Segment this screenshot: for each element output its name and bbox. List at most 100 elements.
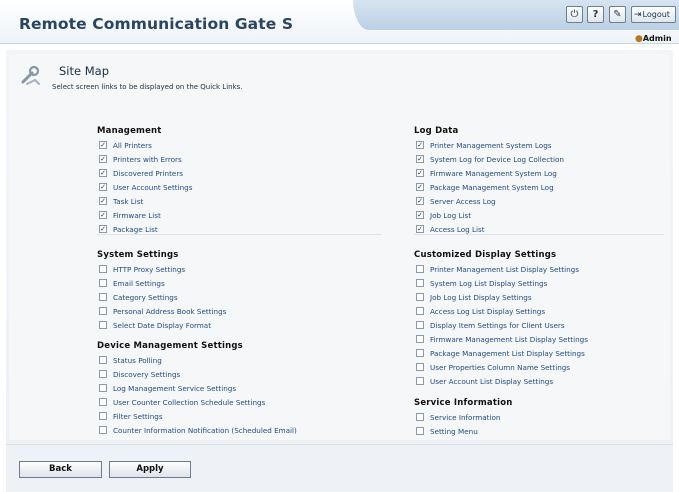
quick-link-option[interactable]: ✓ Discovered Printers (97, 166, 192, 180)
quick-link-label: Printer Management System Logs (430, 140, 552, 150)
quick-link-option[interactable]: Access Log List Display Settings (414, 304, 588, 318)
quick-link-label: Counter Information Notification (Schedu… (113, 425, 297, 435)
checkbox[interactable] (416, 349, 424, 357)
quick-link-option[interactable]: User Properties Column Name Settings (414, 360, 588, 374)
quick-link-label: Display Item Settings for Client Users (430, 320, 565, 330)
user-name: Admin (642, 34, 672, 43)
quick-link-label: Access Log List Display Settings (430, 306, 546, 316)
checkbox[interactable] (99, 307, 107, 315)
quick-link-label: Discovery Settings (113, 369, 181, 379)
quick-link-option[interactable]: Display Item Settings for Client Users (414, 318, 588, 332)
checkbox[interactable] (99, 279, 107, 287)
quick-link-option[interactable]: ✓ Package Management System Log (414, 180, 564, 194)
quick-link-label: Job Log List Display Settings (430, 292, 532, 302)
quick-link-label: Task List (113, 196, 144, 206)
tool-icon: ✎ (613, 9, 622, 20)
checkbox[interactable]: ✓ (416, 225, 424, 233)
checkbox[interactable] (99, 384, 107, 392)
quick-link-option[interactable]: ✓ System Log for Device Log Collection (414, 152, 564, 166)
checkbox[interactable] (416, 377, 424, 385)
quick-link-option[interactable]: ✓ All Printers (97, 138, 192, 152)
checkbox[interactable]: ✓ (416, 183, 424, 191)
quick-link-label: Firmware Management List Display Setting… (430, 334, 588, 344)
checkbox[interactable] (416, 293, 424, 301)
quick-link-label: Email Settings (113, 278, 165, 288)
section-divider (97, 234, 381, 235)
quick-link-option[interactable]: ✓ Task List (97, 194, 192, 208)
quick-link-option[interactable]: Filter Settings (97, 409, 297, 423)
quick-link-option[interactable]: ✓ Printers with Errors (97, 152, 192, 166)
quick-link-label: Personal Address Book Settings (113, 306, 227, 316)
checkbox[interactable]: ✓ (416, 155, 424, 163)
checkbox[interactable] (416, 363, 424, 371)
quick-link-option[interactable]: ✓ Printer Management System Logs (414, 138, 564, 152)
checkbox[interactable] (416, 413, 424, 421)
help-button[interactable]: ? (587, 6, 604, 23)
section-divider (414, 234, 664, 235)
checkbox[interactable] (416, 335, 424, 343)
quick-link-label: Service Information (430, 412, 501, 422)
checkbox[interactable]: ✓ (99, 197, 107, 205)
quick-link-label: Status Polling (113, 355, 162, 365)
quick-link-option[interactable]: ✓ Firmware List (97, 208, 192, 222)
tool-button[interactable]: ✎ (609, 6, 626, 23)
quick-link-label: Printers with Errors (113, 154, 182, 164)
quick-link-option[interactable]: ✓ Server Access Log (414, 194, 564, 208)
checkbox[interactable] (99, 398, 107, 406)
checkbox[interactable] (99, 412, 107, 420)
quick-link-option[interactable]: System Log List Display Settings (414, 276, 588, 290)
checkbox[interactable]: ✓ (416, 141, 424, 149)
checkbox[interactable]: ✓ (99, 225, 107, 233)
section-title: System Settings (97, 250, 179, 260)
quick-link-option[interactable]: User Account List Display Settings (414, 374, 588, 388)
quick-link-label: Firmware Management System Log (430, 168, 557, 178)
quick-link-option[interactable]: Package Management List Display Settings (414, 346, 588, 360)
checkbox[interactable] (99, 356, 107, 364)
back-button[interactable]: Back (19, 461, 102, 478)
checkbox[interactable]: ✓ (99, 183, 107, 191)
quick-link-option[interactable]: Setting Menu (414, 424, 513, 438)
checkbox[interactable] (99, 370, 107, 378)
quick-link-option[interactable]: Personal Address Book Settings (97, 304, 226, 318)
quick-link-option[interactable]: ✓ Firmware Management System Log (414, 166, 564, 180)
quick-link-label: System Log for Device Log Collection (430, 154, 564, 164)
checkbox[interactable] (99, 293, 107, 301)
checkbox[interactable]: ✓ (416, 169, 424, 177)
quick-link-option[interactable]: ✓ User Account Settings (97, 180, 192, 194)
quick-link-option[interactable]: Category Settings (97, 290, 226, 304)
power-button[interactable]: ⏻ (566, 6, 583, 23)
quick-link-label: System Log List Display Settings (430, 278, 548, 288)
quick-link-option[interactable]: Job Log List Display Settings (414, 290, 588, 304)
checkbox[interactable] (416, 265, 424, 273)
checkbox[interactable] (99, 321, 107, 329)
quick-link-option[interactable]: Firmware Management List Display Setting… (414, 332, 588, 346)
quick-link-label: HTTP Proxy Settings (113, 264, 186, 274)
logout-button[interactable]: ⇥Logout (631, 6, 676, 23)
quick-link-option[interactable]: Discovery Settings (97, 367, 297, 381)
quick-link-option[interactable]: Log Management Service Settings (97, 381, 297, 395)
checkbox[interactable] (416, 279, 424, 287)
quick-link-option[interactable]: Status Polling (97, 353, 297, 367)
quick-link-label: User Counter Collection Schedule Setting… (113, 397, 266, 407)
quick-link-option[interactable]: User Counter Collection Schedule Setting… (97, 395, 297, 409)
checkbox[interactable]: ✓ (99, 169, 107, 177)
checkbox[interactable]: ✓ (99, 211, 107, 219)
checkbox[interactable]: ✓ (416, 197, 424, 205)
checkbox[interactable] (99, 265, 107, 273)
quick-link-option[interactable]: Select Date Display Format (97, 318, 226, 332)
checkbox[interactable] (416, 427, 424, 435)
quick-link-option[interactable]: ✓ Job Log List (414, 208, 564, 222)
quick-link-option[interactable]: Counter Information Notification (Schedu… (97, 423, 297, 437)
quick-link-option[interactable]: HTTP Proxy Settings (97, 262, 226, 276)
quick-link-option[interactable]: Printer Management List Display Settings (414, 262, 588, 276)
checkbox[interactable] (416, 307, 424, 315)
checkbox[interactable]: ✓ (416, 211, 424, 219)
checkbox[interactable]: ✓ (99, 155, 107, 163)
quick-link-option[interactable]: Service Information (414, 410, 513, 424)
quick-link-option[interactable]: Email Settings (97, 276, 226, 290)
checkbox[interactable]: ✓ (99, 141, 107, 149)
checkbox[interactable] (99, 426, 107, 434)
checkbox[interactable] (416, 321, 424, 329)
quick-link-label: Log Management Service Settings (113, 383, 237, 393)
apply-button[interactable]: Apply (109, 461, 191, 478)
